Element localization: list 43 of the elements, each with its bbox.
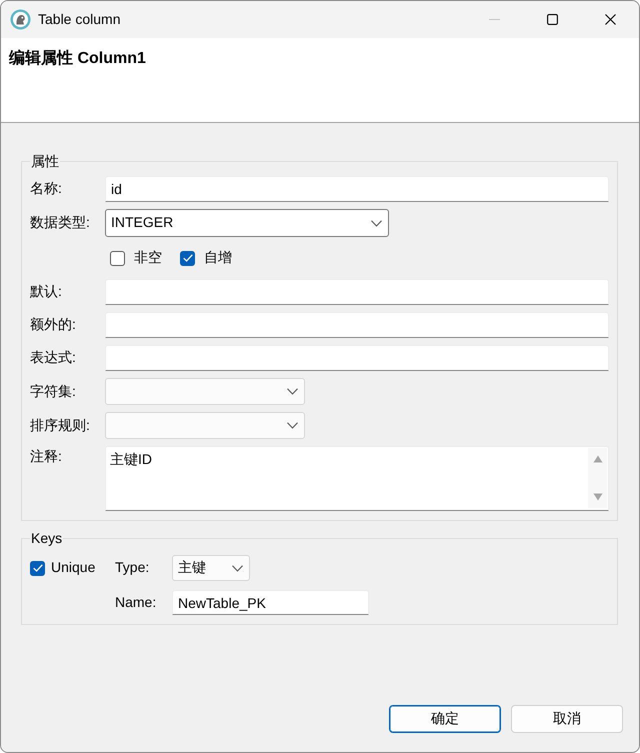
text-field[interactable] (105, 345, 609, 371)
checkbox[interactable] (30, 560, 45, 576)
dropdown[interactable]: INTEGER (105, 209, 389, 237)
field-label: 字符集: (30, 382, 77, 400)
field-label: 名称: (30, 180, 63, 198)
checkbox-label: 自增 (204, 249, 232, 267)
group-label: 属性 (30, 153, 60, 169)
checkbox-label: Unique (51, 559, 96, 577)
field-label: 排序规则: (30, 416, 91, 434)
field-label: 注释: (30, 447, 63, 466)
field-label: Name: (115, 594, 158, 612)
chevron-down-icon (371, 220, 382, 226)
text-field[interactable]: id (105, 176, 609, 202)
app-logo-icon (10, 9, 31, 30)
group-label: Keys (30, 530, 64, 546)
checkbox[interactable] (180, 250, 195, 266)
chevron-down-icon (287, 388, 298, 395)
maximize-icon (546, 14, 558, 25)
field-label: 默认: (30, 283, 63, 301)
chevron-down-icon (232, 564, 243, 572)
dropdown[interactable]: 主键 (172, 555, 250, 581)
checkmark-icon (182, 254, 192, 262)
text-field[interactable]: NewTable_PK (172, 590, 369, 615)
dialog-heading: 编辑属性 Column1 (9, 49, 147, 69)
field-label: 额外的: (30, 316, 77, 334)
comment-field[interactable]: 主键ID (105, 446, 609, 511)
scrollbar[interactable] (588, 448, 607, 508)
field-label: Type: (115, 559, 150, 577)
dialog-button[interactable]: 取消 (511, 705, 623, 733)
window-title: Table column (38, 10, 120, 28)
scroll-up-arrow-icon (592, 455, 602, 463)
text-field[interactable] (105, 279, 609, 305)
field-label: 表达式: (30, 349, 77, 367)
field-label: 数据类型: (30, 214, 91, 232)
dialog-button[interactable]: 确定 (389, 705, 501, 733)
scroll-down-arrow-icon (592, 493, 602, 501)
chevron-down-icon (287, 422, 298, 429)
checkmark-icon (32, 564, 42, 572)
checkbox-label: 非空 (134, 249, 162, 267)
minimize-icon (488, 19, 500, 20)
checkbox[interactable] (110, 250, 125, 266)
close-icon (604, 14, 616, 25)
text-field[interactable] (105, 312, 609, 338)
